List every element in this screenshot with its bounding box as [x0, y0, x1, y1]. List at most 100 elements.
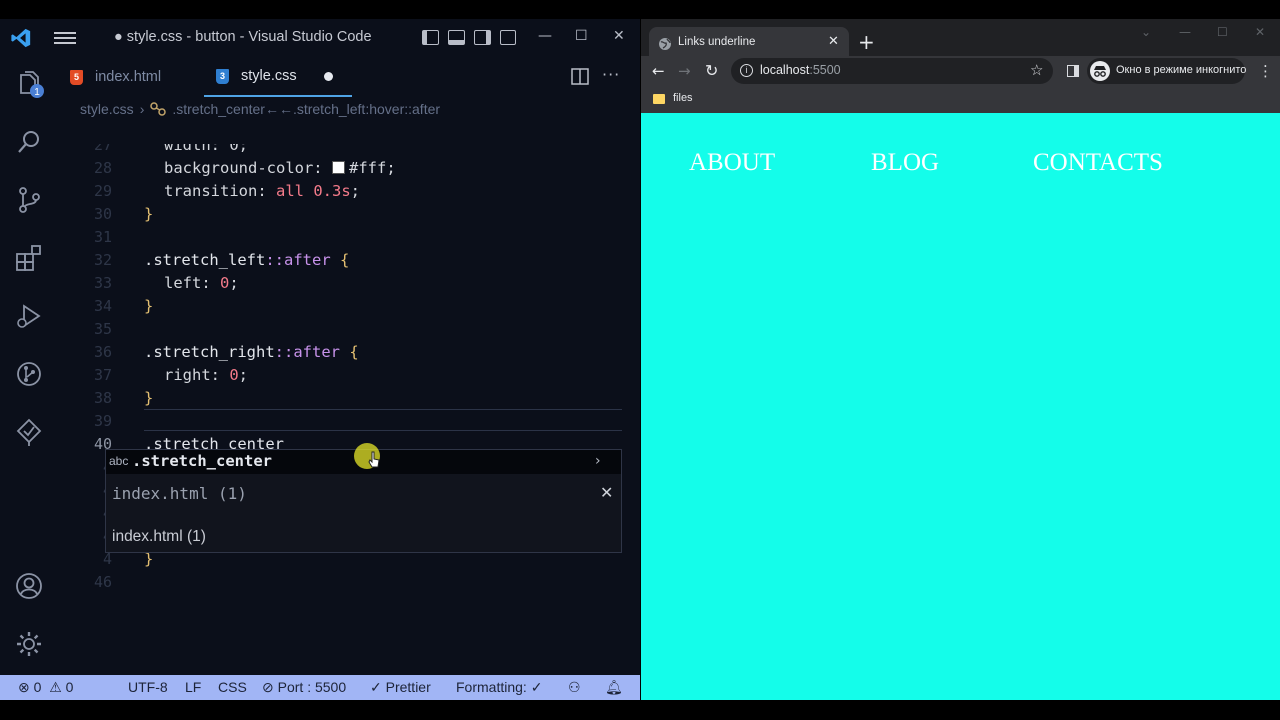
code-line: 38}	[56, 387, 622, 410]
breadcrumb: style.css › .stretch_center←←.stretch_le…	[80, 101, 441, 117]
side-panel-icon[interactable]	[1067, 65, 1079, 77]
line-number: 33	[93, 274, 112, 292]
customize-layout-icon[interactable]	[500, 30, 516, 45]
html5-file-icon: 5	[70, 69, 83, 85]
code-line: 27 width: 0;	[56, 144, 622, 157]
folder-icon	[653, 94, 665, 104]
close-window-icon[interactable]: ✕	[1255, 25, 1265, 39]
maximize-icon[interactable]: ☐	[1217, 25, 1228, 39]
feedback-icon[interactable]: ⚇	[568, 679, 581, 696]
toggle-panel-icon[interactable]	[448, 30, 465, 45]
live-server-status[interactable]: ⊘ Port : 5500	[262, 679, 346, 696]
problems-status[interactable]: ⊗ 0 ⚠ 0	[18, 679, 73, 696]
code-line: 36 .stretch_right::after {	[56, 341, 622, 364]
address-bar[interactable]: i localhost:5500 ☆	[731, 58, 1053, 84]
breadcrumb-symbol[interactable]: .stretch_center←←.stretch_left:hover::af…	[172, 101, 440, 117]
line-number: 32	[93, 251, 112, 269]
browser-window: Links underline ✕ + ⌄ — ☐ ✕ ← → ↻ i loca…	[641, 19, 1280, 700]
nav-link-about[interactable]: ABOUT	[689, 149, 775, 177]
site-info-icon[interactable]: i	[740, 64, 753, 77]
bookmark-files[interactable]: files	[673, 92, 693, 104]
css-semicolon: ;	[238, 366, 249, 384]
tab-search-icon[interactable]: ⌄	[1141, 25, 1151, 39]
remote-explorer-icon[interactable]	[14, 359, 44, 389]
status-bar: ⊗ 0 ⚠ 0 UTF-8 LF CSS ⊘ Port : 5500 ✓ Pre…	[0, 675, 640, 700]
css-number: 0	[220, 274, 230, 292]
css-property: right:	[164, 366, 230, 384]
prettier-status[interactable]: ✓ Prettier	[370, 679, 431, 696]
tab-index-html[interactable]: 5 index.html	[70, 57, 161, 97]
reload-icon[interactable]: ↻	[705, 61, 718, 80]
bookmark-star-icon[interactable]: ☆	[1030, 61, 1043, 79]
forward-arrow-icon[interactable]: →	[678, 62, 691, 80]
code-line: 46	[56, 571, 622, 594]
activity-bar: 1	[0, 57, 56, 675]
error-count: 0	[33, 679, 42, 695]
tab-close-icon[interactable]: ✕	[828, 34, 839, 49]
search-icon[interactable]	[14, 127, 44, 157]
suggestion-detail-text: index.html (1)	[112, 528, 206, 545]
encoding-status[interactable]: UTF-8	[128, 679, 168, 695]
line-number: 36	[93, 343, 112, 361]
code-text: .stretch_left::after {	[144, 249, 349, 272]
more-actions-icon[interactable]: ···	[602, 65, 620, 84]
back-arrow-icon[interactable]: ←	[652, 62, 665, 80]
eol-status[interactable]: LF	[185, 679, 201, 695]
incognito-label: Окно в режиме инкогнито	[1116, 64, 1247, 76]
testing-icon[interactable]	[14, 417, 44, 447]
maximize-icon[interactable]: ☐	[575, 28, 588, 44]
line-number: 4	[56, 456, 112, 479]
code-line: 37 right: 0;	[56, 364, 622, 387]
formatting-status[interactable]: Formatting: ✓	[456, 679, 542, 696]
window-title: ● style.css - button - Visual Studio Cod…	[114, 29, 372, 45]
code-text: background-color: #fff;	[164, 157, 396, 180]
language-status[interactable]: CSS	[218, 679, 247, 695]
css-brace: {	[349, 343, 359, 361]
color-swatch-icon[interactable]	[331, 161, 345, 174]
code-text: width: 0;	[164, 144, 248, 157]
nav-link-contacts[interactable]: CONTACTS	[1033, 149, 1163, 177]
check-icon: ✓	[370, 679, 386, 695]
close-window-icon[interactable]: ✕	[613, 28, 625, 44]
toggle-secondary-sidebar-icon[interactable]	[474, 30, 491, 45]
close-icon[interactable]: ✕	[600, 483, 613, 502]
css-pseudo-element: ::after	[274, 343, 340, 361]
account-icon[interactable]	[14, 571, 44, 601]
code-editor[interactable]: 27 width: 0; 28 background-color: #fff; 29 tr…	[56, 120, 640, 675]
warning-icon: ⚠	[45, 679, 62, 695]
notifications-bell-icon[interactable]: 🔔︎	[605, 679, 623, 696]
window-title-text: style.css - button - Visual Studio Code	[126, 29, 372, 45]
vscode-logo-icon	[11, 28, 31, 48]
css-value: #fff	[348, 159, 387, 177]
css-semicolon: ;	[229, 274, 239, 292]
page-viewport: ABOUT BLOG CONTACTS	[641, 113, 1280, 700]
css-brace: }	[144, 297, 154, 315]
incognito-indicator[interactable]: Окно в режиме инкогнито	[1087, 58, 1247, 84]
minimize-icon[interactable]: —	[538, 28, 552, 44]
toggle-primary-sidebar-icon[interactable]	[422, 30, 439, 45]
line-number: 4	[56, 479, 112, 502]
breadcrumb-file[interactable]: style.css	[80, 101, 134, 117]
minimize-icon[interactable]: —	[1179, 25, 1191, 39]
css-property: transition:	[164, 182, 276, 200]
hamburger-menu-icon[interactable]	[54, 29, 76, 47]
unsaved-dot-icon[interactable]	[324, 72, 333, 81]
line-number: 28	[93, 159, 112, 177]
explorer-badge: 1	[34, 87, 40, 98]
code-text: }	[144, 203, 153, 226]
settings-gear-icon[interactable]	[14, 629, 44, 659]
browser-menu-icon[interactable]: ⋮	[1258, 62, 1273, 80]
suggestion-kind-label: abc	[109, 454, 129, 468]
css-number: 0	[229, 366, 239, 384]
vscode-window: ● style.css - button - Visual Studio Cod…	[0, 19, 640, 700]
prettier-label: Prettier	[385, 679, 431, 695]
chevron-right-icon[interactable]: ›	[595, 453, 601, 469]
split-editor-icon[interactable]	[571, 68, 589, 85]
css-number: 0.3s	[313, 182, 351, 200]
source-control-icon[interactable]	[14, 185, 44, 215]
nav-link-blog[interactable]: BLOG	[871, 149, 939, 177]
explorer-icon[interactable]: 1	[14, 69, 44, 99]
run-debug-icon[interactable]	[14, 301, 44, 331]
extensions-icon[interactable]	[14, 243, 44, 273]
new-tab-icon[interactable]: +	[858, 30, 875, 54]
